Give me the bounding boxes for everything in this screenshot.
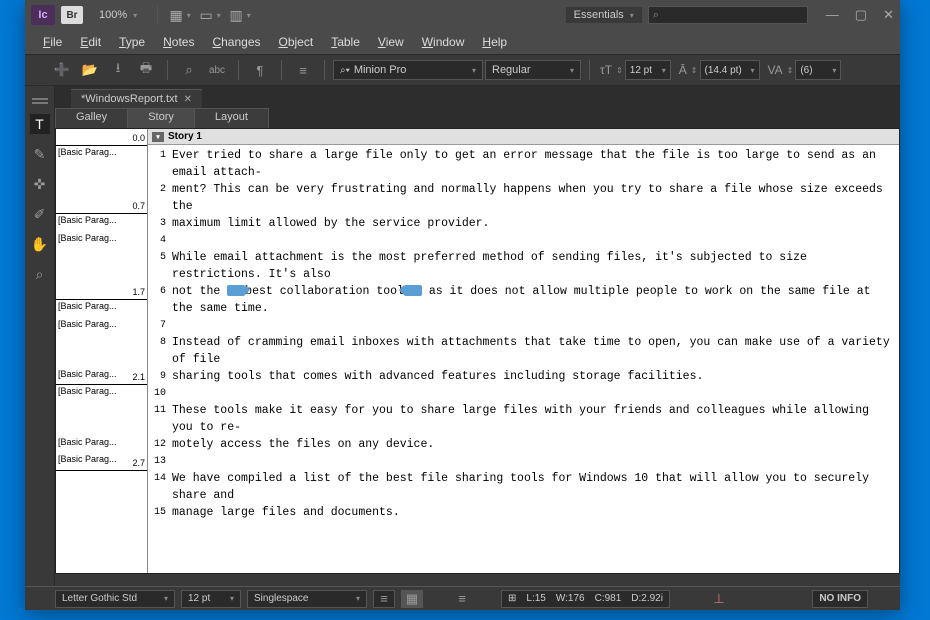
- depth-icon[interactable]: ⊥: [706, 588, 732, 610]
- editor: [Basic Parag... 0.0 [Basic Parag... 0.7 [Bas…: [55, 128, 900, 574]
- menubar: File Edit Type Notes Changes Object Tabl…: [25, 30, 900, 54]
- align-just-icon[interactable]: ▦: [401, 590, 423, 608]
- print-icon[interactable]: 🖶: [133, 59, 159, 81]
- status-size-select[interactable]: 12 pt▾: [181, 590, 241, 608]
- workspace-selector[interactable]: Essentials▾: [566, 7, 642, 23]
- menu-view[interactable]: View: [370, 33, 412, 51]
- close-button[interactable]: ✕: [883, 7, 894, 23]
- paragraph-style-label[interactable]: [Basic Parag...: [58, 233, 124, 243]
- save-icon[interactable]: ⭳: [105, 59, 131, 81]
- story-title: Story 1: [168, 131, 202, 142]
- depth-ruler-tick: 0.7: [132, 201, 145, 211]
- menu-help[interactable]: Help: [474, 33, 515, 51]
- note-tool-icon[interactable]: ✎: [30, 144, 50, 164]
- info-readout: NO INFO: [812, 590, 868, 608]
- paragraph-style-label[interactable]: [Basic Parag...: [58, 386, 124, 396]
- story-header[interactable]: ▾ Story 1: [148, 129, 899, 145]
- leading-select[interactable]: (14.4 pt)▾: [700, 60, 760, 80]
- position-tool-icon[interactable]: ✜: [30, 174, 50, 194]
- zoom-tool-icon[interactable]: ⌕: [30, 264, 50, 284]
- depth-ruler-tick: 0.0: [132, 133, 145, 143]
- lines-icon[interactable]: ≡: [290, 59, 316, 81]
- show-hidden-icon[interactable]: ¶: [247, 59, 273, 81]
- app-window: Ic Br 100%▾ ▦▾ ▭▾ ▥▾ Essentials▾ ⌕ — ▢ ✕…: [25, 0, 900, 610]
- cursor-stats: ⊞ L:15 W:176 C:981 D:2.92i: [501, 590, 670, 608]
- search-input[interactable]: ⌕: [648, 6, 808, 24]
- hand-tool-icon[interactable]: ✋: [30, 234, 50, 254]
- document-tabs: *WindowsReport.txt ✕: [55, 86, 900, 108]
- find-icon[interactable]: ⌕: [176, 59, 202, 81]
- status-font-select[interactable]: Letter Gothic Std▾: [55, 590, 175, 608]
- arrange-icon[interactable]: ▥▾: [228, 3, 252, 27]
- tool-rail: T ✎ ✜ ✐ ✋ ⌕: [25, 86, 55, 586]
- menu-table[interactable]: Table: [323, 33, 368, 51]
- paragraph-style-label[interactable]: [Basic Parag...: [58, 301, 124, 311]
- maximize-button[interactable]: ▢: [855, 7, 867, 23]
- depth-ruler-tick: 2.1: [132, 372, 145, 382]
- story-dropdown-icon[interactable]: ▾: [152, 132, 164, 142]
- paragraph-style-column: [Basic Parag... 0.0 [Basic Parag... 0.7 [Bas…: [56, 129, 148, 573]
- menu-changes[interactable]: Changes: [204, 33, 268, 51]
- menu-type[interactable]: Type: [111, 33, 153, 51]
- paragraph-style-label[interactable]: [Basic Parag...: [58, 319, 124, 329]
- hyperlink-start-icon: [227, 285, 245, 296]
- font-style-select[interactable]: Regular▾: [485, 60, 581, 80]
- tab-story[interactable]: Story: [127, 108, 195, 128]
- tab-layout[interactable]: Layout: [194, 108, 269, 128]
- close-doc-icon[interactable]: ✕: [184, 94, 192, 105]
- main-area: T ✎ ✜ ✐ ✋ ⌕ *WindowsReport.txt ✕ Galley …: [25, 86, 900, 586]
- eyedropper-tool-icon[interactable]: ✐: [30, 204, 50, 224]
- tab-galley[interactable]: Galley: [55, 108, 128, 128]
- control-bar: ➕ 📂 ⭳ 🖶 ⌕ abc ¶ ≡ ⌕▾Minion Pro▾ Regular▾…: [25, 54, 900, 86]
- font-size-select[interactable]: 12 pt▾: [625, 60, 671, 80]
- align-left-icon[interactable]: ≡: [373, 590, 395, 608]
- stats-menu-icon[interactable]: ≡: [449, 588, 475, 610]
- status-spacing-select[interactable]: Singlespace▾: [247, 590, 367, 608]
- bridge-button[interactable]: Br: [61, 6, 83, 24]
- text-lines[interactable]: 1Ever tried to share a large file only t…: [148, 145, 899, 521]
- hyperlink-end-icon: [404, 285, 422, 296]
- tracking-icon: VA: [768, 63, 783, 77]
- doc-tab[interactable]: *WindowsReport.txt ✕: [71, 89, 202, 108]
- depth-ruler-tick: 2.7: [132, 458, 145, 468]
- cursor-sep-icon: ⊞: [508, 593, 516, 604]
- type-tool-icon[interactable]: T: [30, 114, 50, 134]
- paragraph-style-label[interactable]: [Basic Parag...: [58, 437, 124, 447]
- new-icon[interactable]: ➕: [49, 59, 75, 81]
- paragraph-style-label[interactable]: [Basic Parag...: [58, 454, 124, 464]
- menu-edit[interactable]: Edit: [72, 33, 109, 51]
- doc-tab-label: *WindowsReport.txt: [81, 93, 178, 105]
- menu-file[interactable]: File: [35, 33, 70, 51]
- paragraph-style-label[interactable]: [Basic Parag...: [58, 147, 124, 157]
- screen-mode-icon[interactable]: ▭▾: [198, 3, 222, 27]
- content-column: *WindowsReport.txt ✕ Galley Story Layout…: [55, 86, 900, 586]
- status-bar: Letter Gothic Std▾ 12 pt▾ Singlespace▾ ≡…: [25, 586, 900, 610]
- menu-window[interactable]: Window: [414, 33, 473, 51]
- view-options-icon[interactable]: ▦▾: [168, 3, 192, 27]
- font-size-icon: τT: [600, 63, 612, 77]
- menu-object[interactable]: Object: [271, 33, 322, 51]
- minimize-button[interactable]: —: [826, 7, 839, 23]
- zoom-level[interactable]: 100%▾: [89, 7, 147, 23]
- leading-icon: Ā: [679, 63, 687, 77]
- tracking-select[interactable]: (6)▾: [795, 60, 841, 80]
- depth-ruler-tick: 1.7: [132, 287, 145, 297]
- spellcheck-icon[interactable]: abc: [204, 59, 230, 81]
- text-pane[interactable]: ▾ Story 1 1Ever tried to share a large f…: [148, 129, 899, 573]
- paragraph-style-label[interactable]: [Basic Parag...: [58, 215, 124, 225]
- open-icon[interactable]: 📂: [77, 59, 103, 81]
- app-icon: Ic: [31, 5, 55, 25]
- menu-notes[interactable]: Notes: [155, 33, 202, 51]
- titlebar: Ic Br 100%▾ ▦▾ ▭▾ ▥▾ Essentials▾ ⌕ — ▢ ✕: [25, 0, 900, 30]
- font-family-select[interactable]: ⌕▾Minion Pro▾: [333, 60, 483, 80]
- view-tabs: Galley Story Layout: [55, 108, 900, 128]
- paragraph-style-label[interactable]: [Basic Parag...: [58, 369, 124, 379]
